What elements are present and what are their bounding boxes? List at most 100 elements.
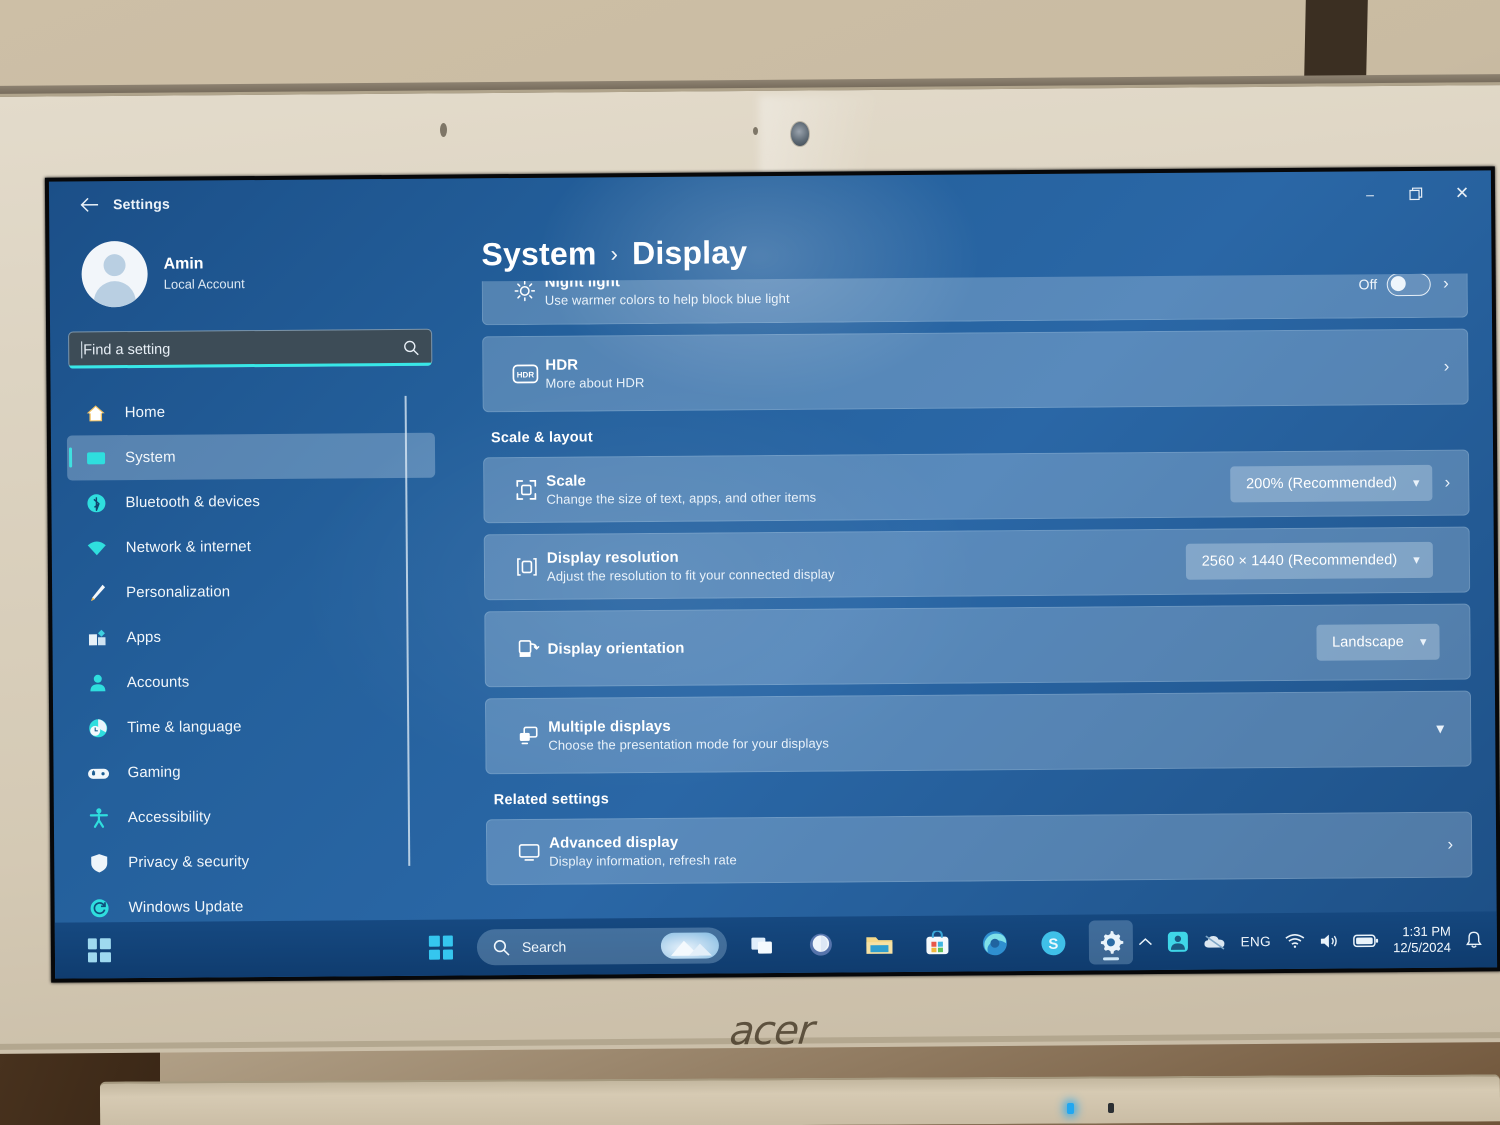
- chevron-right-icon[interactable]: ›: [1444, 357, 1450, 377]
- sidebar-item-gaming[interactable]: Gaming: [69, 748, 437, 796]
- widgets-icon[interactable]: [77, 928, 121, 972]
- text-caret: [81, 341, 83, 359]
- system-monitor-icon: [83, 445, 109, 471]
- taskbar-center: Search S: [419, 920, 1134, 970]
- maximize-restore-button[interactable]: [1393, 173, 1439, 215]
- settings-content: System › Display Night light Use warmer …: [449, 216, 1497, 975]
- chevron-up-icon[interactable]: [1138, 936, 1153, 948]
- chevron-right-icon[interactable]: ›: [1445, 473, 1451, 493]
- sidebar-item-privacy-security[interactable]: Privacy & security: [70, 838, 438, 886]
- scale-title: Scale: [546, 472, 587, 490]
- display-orientation-title: Display orientation: [547, 639, 685, 658]
- search-icon[interactable]: [403, 339, 419, 355]
- gamepad-icon: [85, 760, 111, 786]
- sidebar-item-label: Apps: [126, 628, 162, 647]
- bell-icon[interactable]: [1465, 930, 1483, 949]
- apps-icon: [84, 625, 110, 651]
- status-led: [1108, 1103, 1114, 1113]
- chevron-down-icon: ▾: [1412, 474, 1420, 490]
- back-arrow-icon[interactable]: [71, 189, 107, 219]
- sidebar-item-label: Bluetooth & devices: [125, 493, 260, 512]
- edge-icon[interactable]: [973, 921, 1017, 965]
- close-button[interactable]: ✕: [1439, 172, 1485, 214]
- clock-time: 1:31 PM: [1402, 923, 1451, 939]
- windows-start-icon[interactable]: [419, 925, 463, 969]
- settings-gear-icon[interactable]: [1088, 920, 1134, 965]
- night-light-clip: Night light Use warmer colors to help bl…: [481, 273, 1469, 326]
- tray-app-icon[interactable]: [1166, 931, 1188, 953]
- scale-subtitle: Change the size of text, apps, and other…: [546, 489, 817, 507]
- chevron-right-icon[interactable]: ›: [1447, 835, 1453, 855]
- clock[interactable]: 1:31 PM 12/5/2024: [1393, 923, 1451, 956]
- account-name: Amin: [163, 255, 204, 274]
- display-orientation-value: Landscape: [1331, 634, 1404, 651]
- display-resolution-dropdown[interactable]: 2560 × 1440 (Recommended) ▾: [1185, 541, 1434, 580]
- night-light-toggle-group[interactable]: Off: [1359, 273, 1432, 296]
- system-tray: ENG 1:31 PM 12/5/2024: [1137, 923, 1483, 958]
- home-icon: [83, 400, 109, 426]
- skype-icon[interactable]: S: [1031, 921, 1075, 965]
- taskbar-search-placeholder: Search: [521, 938, 567, 955]
- chevron-right-icon[interactable]: ›: [1443, 274, 1449, 294]
- hdr-badge-icon: HDR: [505, 364, 545, 384]
- hdr-card[interactable]: HDR HDR More about HDR ›: [482, 328, 1469, 413]
- display-orientation-icon: [507, 637, 547, 661]
- copilot-icon[interactable]: [799, 922, 843, 966]
- speaker-icon[interactable]: [1319, 932, 1339, 949]
- scale-resize-icon: [506, 478, 546, 502]
- user-profile[interactable]: Amin Local Account: [65, 225, 434, 318]
- task-view-icon[interactable]: [741, 923, 785, 967]
- multiple-displays-card[interactable]: Multiple displays Choose the presentatio…: [484, 690, 1472, 775]
- laptop-hinge-base: [99, 1074, 1500, 1125]
- chevron-down-icon: ▾: [1413, 551, 1420, 567]
- night-light-card[interactable]: Night light Use warmer colors to help bl…: [481, 273, 1469, 326]
- display-orientation-dropdown[interactable]: Landscape ▾: [1315, 623, 1440, 661]
- wifi-icon: [84, 535, 110, 561]
- minimize-button[interactable]: –: [1347, 173, 1393, 215]
- scale-dropdown[interactable]: 200% (Recommended) ▾: [1229, 464, 1433, 503]
- multiple-displays-subtitle: Choose the presentation mode for your di…: [548, 735, 830, 753]
- battery-icon[interactable]: [1353, 933, 1379, 948]
- sidebar-item-system[interactable]: System: [66, 432, 436, 481]
- sidebar-item-label: Windows Update: [128, 898, 244, 917]
- sidebar-item-apps[interactable]: Apps: [68, 613, 436, 661]
- night-light-toggle[interactable]: [1386, 273, 1432, 296]
- taskbar-search[interactable]: Search: [476, 927, 728, 966]
- search-placeholder: Find a setting: [83, 341, 171, 358]
- hdr-subtitle: More about HDR: [545, 375, 645, 391]
- language-indicator[interactable]: ENG: [1241, 934, 1272, 949]
- window-controls: – ✕: [1347, 172, 1491, 215]
- settings-sidebar: Amin Local Account Find a setting Home S…: [49, 225, 455, 979]
- microphone-dot-right: [753, 127, 758, 135]
- display-orientation-card[interactable]: Display orientation Landscape ▾: [484, 603, 1471, 688]
- breadcrumb-root[interactable]: System: [481, 235, 596, 273]
- onedrive-offline-icon[interactable]: [1203, 933, 1227, 950]
- wifi-icon[interactable]: [1285, 933, 1305, 949]
- person-icon: [85, 670, 111, 696]
- advanced-display-card[interactable]: Advanced display Display information, re…: [485, 811, 1473, 886]
- sidebar-item-bluetooth-devices[interactable]: Bluetooth & devices: [67, 478, 435, 526]
- bluetooth-icon: [83, 490, 109, 516]
- sidebar-item-personalization[interactable]: Personalization: [68, 568, 436, 616]
- scale-card[interactable]: Scale Change the size of text, apps, and…: [483, 449, 1470, 524]
- search-input[interactable]: Find a setting: [68, 328, 433, 369]
- sidebar-item-accounts[interactable]: Accounts: [69, 658, 437, 706]
- sidebar-item-time-language[interactable]: Time & language: [69, 703, 437, 751]
- sidebar-item-label: Accessibility: [127, 808, 211, 827]
- sidebar-item-accessibility[interactable]: Accessibility: [70, 793, 438, 841]
- display-resolution-card[interactable]: Display resolution Adjust the resolution…: [483, 526, 1471, 601]
- microphone-dot-left: [440, 123, 447, 137]
- sidebar-nav: Home System Bluetooth & devices Network …: [66, 388, 439, 931]
- sidebar-item-network-internet[interactable]: Network & internet: [68, 523, 436, 571]
- file-explorer-icon[interactable]: [857, 922, 901, 966]
- clock-date: 12/5/2024: [1393, 939, 1452, 956]
- sidebar-item-label: Network & internet: [125, 538, 252, 557]
- microsoft-store-icon[interactable]: [915, 922, 959, 966]
- advanced-display-title: Advanced display: [549, 833, 679, 852]
- accessibility-icon: [86, 805, 112, 831]
- windows-desktop: Settings – ✕ Amin Local Account Find a s…: [48, 170, 1498, 979]
- sidebar-item-label: Privacy & security: [128, 853, 250, 872]
- chevron-down-icon[interactable]: ▾: [1436, 719, 1444, 739]
- hdr-title: HDR: [545, 356, 579, 374]
- sidebar-item-home[interactable]: Home: [67, 388, 435, 436]
